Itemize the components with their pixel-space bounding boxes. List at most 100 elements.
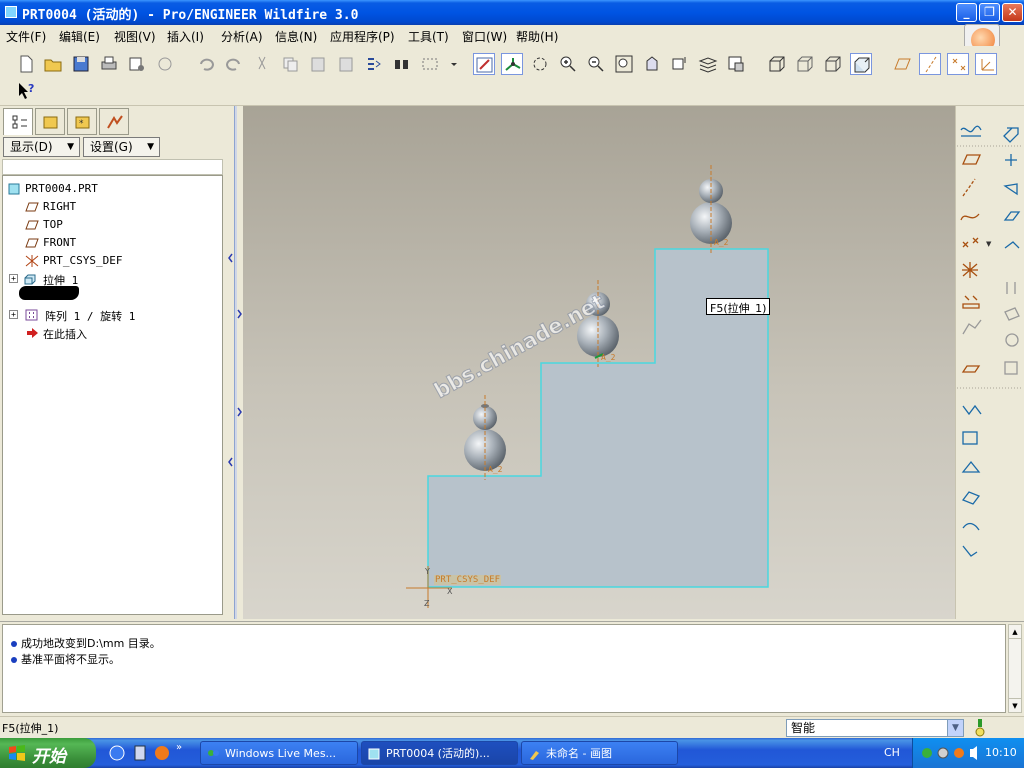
- minimize-button[interactable]: _: [956, 3, 977, 22]
- cut-icon[interactable]: [251, 53, 273, 75]
- copy-icon[interactable]: [279, 53, 301, 75]
- zoom-out-icon[interactable]: [585, 53, 607, 75]
- analysis-feature-icon: [962, 295, 980, 309]
- undo-icon[interactable]: [195, 53, 217, 75]
- menu-tools[interactable]: 工具(T): [408, 28, 449, 45]
- panel-splitter[interactable]: [227, 106, 243, 619]
- graphics-window[interactable]: A_2 A_2 A_2 Y X Z bbs.chinade.net: [243, 106, 955, 619]
- chevron-down-icon: ▼: [147, 142, 154, 152]
- new-file-icon[interactable]: [15, 53, 37, 75]
- shading-icon[interactable]: [850, 53, 872, 75]
- show-dropdown-label: 显示(D): [10, 140, 53, 154]
- redo-icon[interactable]: [223, 53, 245, 75]
- hidden-line-icon[interactable]: [794, 53, 816, 75]
- scroll-down-icon[interactable]: ▼: [1009, 698, 1021, 712]
- task-windows-live-messenger[interactable]: Windows Live Mes...: [200, 741, 358, 765]
- scroll-up-icon[interactable]: ▲: [1009, 625, 1021, 639]
- tab-model-tree[interactable]: [3, 108, 33, 135]
- messenger-icon: [208, 750, 219, 756]
- find-icon[interactable]: [391, 53, 413, 75]
- menu-file[interactable]: 文件(F): [6, 28, 46, 45]
- paste-icon[interactable]: [307, 53, 329, 75]
- zoom-in-icon[interactable]: [557, 53, 579, 75]
- menu-edit[interactable]: 编辑(E): [59, 28, 100, 45]
- print-icon[interactable]: [98, 53, 120, 75]
- status-bar: F5(拉伸_1) 智能 ▼: [0, 716, 1024, 738]
- feature-tools: ▼: [957, 125, 1021, 557]
- refit-icon[interactable]: [613, 53, 635, 75]
- selection-filter[interactable]: 智能 ▼: [786, 719, 964, 737]
- repaint-icon[interactable]: [473, 53, 495, 75]
- expand-icon[interactable]: +: [9, 274, 18, 283]
- coordinate-systems-icon[interactable]: [975, 53, 997, 75]
- message-scrollbar[interactable]: ▲ ▼: [1008, 624, 1022, 713]
- menu-window[interactable]: 窗口(W): [462, 28, 507, 45]
- select-dropdown-icon[interactable]: [443, 53, 457, 75]
- system-tray: 10:10: [912, 738, 1024, 768]
- revolve-tool-icon: [1005, 154, 1017, 166]
- windows-taskbar: 开始 » Windows Live Mes... PRT0004 (活动的)..…: [0, 738, 1024, 768]
- context-help-icon[interactable]: ?: [15, 80, 37, 102]
- expand-icon[interactable]: +: [9, 310, 18, 319]
- saved-views-icon[interactable]: [669, 53, 691, 75]
- paste-special-icon[interactable]: [335, 53, 357, 75]
- orient-mode-icon[interactable]: [529, 53, 551, 75]
- select-box-icon[interactable]: [419, 53, 441, 75]
- menu-applications[interactable]: 应用程序(P): [330, 28, 395, 45]
- trim-tool-icon: [1005, 333, 1019, 347]
- datum-points-icon[interactable]: [947, 53, 969, 75]
- maximize-button[interactable]: ❐: [979, 3, 1000, 22]
- tab-connections[interactable]: [99, 108, 129, 135]
- shell-tool-icon: [962, 431, 978, 445]
- menu-analysis[interactable]: 分析(A): [221, 28, 263, 45]
- media-icon: [155, 746, 169, 760]
- open-folder-icon[interactable]: [42, 53, 64, 75]
- language-indicator[interactable]: CH: [884, 746, 900, 759]
- window-title: PRT0004 (活动的) - Pro/ENGINEER Wildfire 3.…: [22, 8, 359, 23]
- menu-info[interactable]: 信息(N): [275, 28, 317, 45]
- save-icon[interactable]: [70, 53, 92, 75]
- datum-axes-icon[interactable]: [919, 53, 941, 75]
- tree-column-header: [2, 159, 223, 175]
- pattern-tool-icon: [1004, 361, 1018, 375]
- part-icon: [7, 183, 21, 195]
- menu-help[interactable]: 帮助(H): [516, 28, 558, 45]
- send-mail-icon[interactable]: [126, 53, 148, 75]
- tree-node-label: TOP: [43, 218, 63, 231]
- layers-icon[interactable]: [697, 53, 719, 75]
- menu-view[interactable]: 视图(V): [114, 28, 156, 45]
- message-text: 成功地改变到D:\mm 目录。: [21, 637, 161, 650]
- datum-plane-tool-icon: [961, 154, 982, 165]
- reorient-icon[interactable]: [641, 53, 663, 75]
- menu-insert[interactable]: 插入(I): [167, 28, 204, 45]
- settings-dropdown[interactable]: 设置(G) ▼: [83, 137, 160, 157]
- tab-favorites[interactable]: *: [67, 108, 97, 135]
- close-button[interactable]: ✕: [1002, 3, 1023, 22]
- task-paint[interactable]: 未命名 - 画图: [521, 741, 678, 765]
- model-3d-view: A_2 A_2 A_2 Y X Z: [406, 165, 769, 608]
- main-toolbar: ?: [0, 46, 1024, 106]
- settings-dropdown-label: 设置(G): [90, 140, 133, 154]
- no-hidden-icon[interactable]: [822, 53, 844, 75]
- task-label: 未命名 - 画图: [546, 747, 612, 760]
- task-pro-engineer[interactable]: PRT0004 (活动的)...: [361, 741, 518, 765]
- start-button[interactable]: 开始: [0, 738, 96, 768]
- datum-planes-icon[interactable]: [891, 53, 913, 75]
- regen-status-icon: [975, 719, 985, 737]
- clock[interactable]: 10:10: [985, 746, 1017, 759]
- app-icon: [5, 6, 17, 18]
- spin-center-icon[interactable]: [501, 53, 523, 75]
- boundary-tool-icon: [1004, 241, 1020, 249]
- svg-text:▼: ▼: [986, 240, 992, 248]
- message-log: 成功地改变到D:\mm 目录。 基准平面将不显示。: [2, 624, 1006, 713]
- view-manager-icon[interactable]: [725, 53, 747, 75]
- send-link-icon[interactable]: [154, 53, 176, 75]
- quick-launch: »: [109, 742, 182, 761]
- round-tool-icon: [962, 522, 980, 531]
- wireframe-icon[interactable]: [766, 53, 788, 75]
- regenerate-icon[interactable]: [363, 53, 385, 75]
- chevron-down-icon[interactable]: ▼: [947, 720, 963, 736]
- tab-folder-browser[interactable]: [35, 108, 65, 135]
- rib-tool-icon: [961, 460, 981, 473]
- show-dropdown[interactable]: 显示(D) ▼: [3, 137, 80, 157]
